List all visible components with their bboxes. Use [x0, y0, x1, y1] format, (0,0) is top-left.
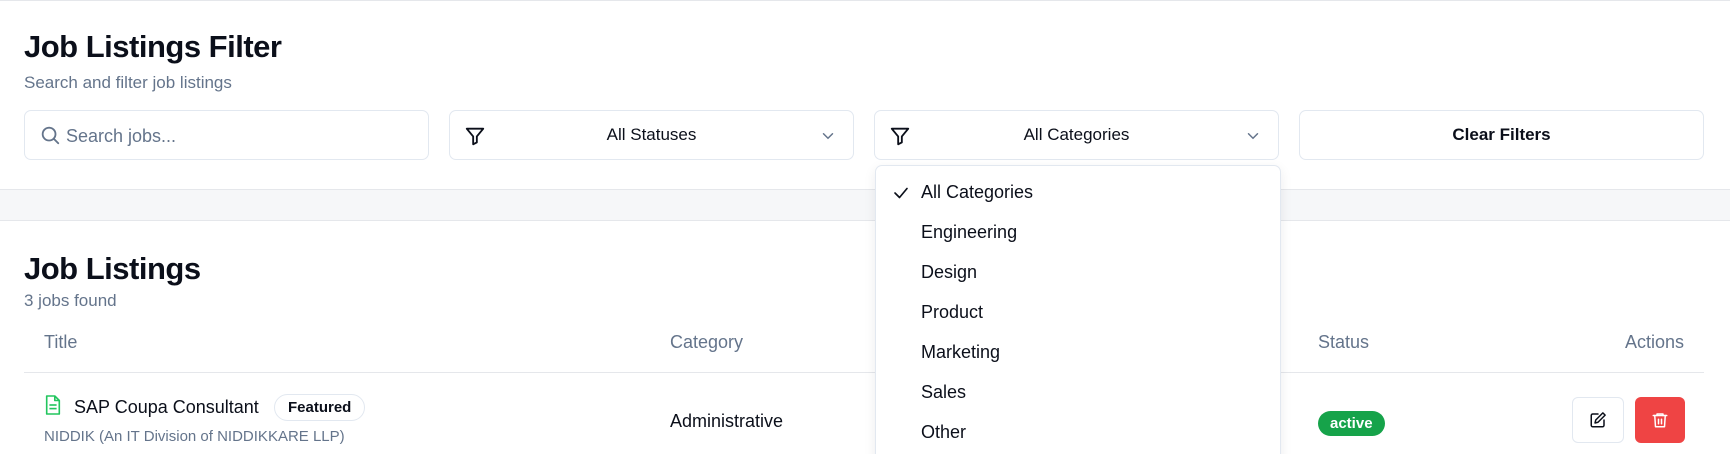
chevron-down-icon — [822, 133, 834, 140]
job-title[interactable]: SAP Coupa Consultant — [74, 397, 259, 418]
job-listings-card: Job Listings 3 jobs found Title Category… — [0, 220, 1730, 454]
dropdown-option-sales[interactable]: Sales — [876, 372, 1280, 412]
clear-filters-button[interactable]: Clear Filters — [1299, 110, 1704, 160]
status-badge: active — [1318, 411, 1385, 436]
filter-icon — [465, 127, 485, 146]
delete-button[interactable] — [1635, 397, 1685, 443]
status-select[interactable]: All Statuses — [449, 110, 854, 160]
chevron-down-icon — [1247, 133, 1259, 140]
trash-icon — [1652, 413, 1668, 428]
check-icon — [894, 187, 908, 199]
option-label: Other — [921, 422, 967, 442]
filter-icon — [890, 127, 910, 146]
file-text-icon — [45, 395, 61, 415]
filter-card: Job Listings Filter Search and filter jo… — [0, 0, 1730, 190]
column-header-actions: Actions — [1624, 332, 1684, 352]
search-input[interactable] — [66, 123, 406, 149]
edit-button[interactable] — [1572, 397, 1624, 443]
option-label: Product — [921, 302, 984, 322]
search-icon — [41, 126, 60, 145]
option-label: Engineering — [921, 222, 1018, 242]
search-box[interactable] — [24, 110, 429, 160]
listings-title: Job Listings — [24, 251, 201, 286]
page-title: Job Listings Filter — [24, 29, 282, 64]
featured-badge: Featured — [274, 394, 366, 421]
column-header-title[interactable]: Title — [44, 332, 77, 353]
table-row[interactable]: SAP Coupa Consultant Featured NIDDIK (An… — [24, 373, 1704, 454]
category-dropdown-menu: All Categories Engineering Design Produc… — [875, 165, 1281, 454]
job-category: Administrative — [670, 411, 784, 431]
category-select-value: All Categories — [1023, 125, 1130, 144]
column-header-status[interactable]: Status — [1318, 332, 1369, 353]
jobs-count: 3 jobs found — [24, 291, 117, 310]
column-header-category[interactable]: Category — [670, 332, 743, 353]
option-label: Design — [921, 262, 978, 282]
option-label: Sales — [921, 382, 967, 402]
page-subtitle: Search and filter job listings — [24, 73, 232, 92]
dropdown-option-design[interactable]: Design — [876, 252, 1280, 292]
dropdown-option-other[interactable]: Other — [876, 412, 1280, 452]
dropdown-option-all-categories[interactable]: All Categories — [876, 172, 1280, 212]
table-header: Title Category Status Actions — [24, 321, 1704, 373]
dropdown-option-marketing[interactable]: Marketing — [876, 332, 1280, 372]
option-label: Marketing — [921, 342, 1001, 362]
status-select-value: All Statuses — [606, 125, 697, 144]
dropdown-option-engineering[interactable]: Engineering — [876, 212, 1280, 252]
dropdown-option-product[interactable]: Product — [876, 292, 1280, 332]
option-label: All Categories — [921, 182, 1034, 202]
edit-icon — [1590, 412, 1606, 428]
company-name: NIDDIK (An IT Division of NIDDIKKARE LLP… — [44, 428, 345, 445]
category-select[interactable]: All Categories — [874, 110, 1279, 160]
